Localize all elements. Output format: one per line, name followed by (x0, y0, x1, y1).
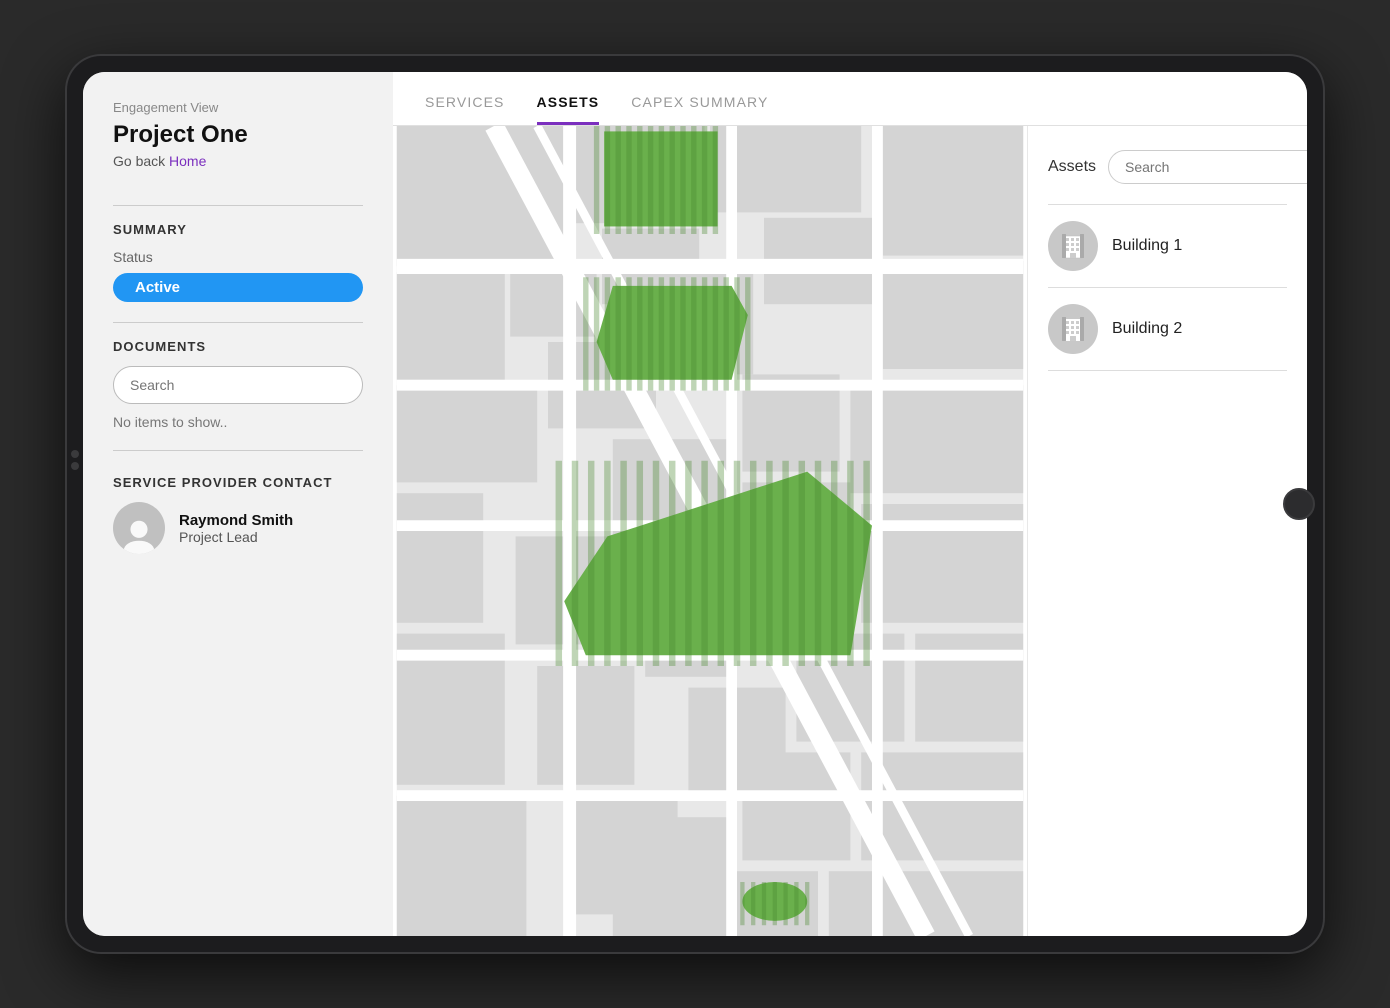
tablet-side-buttons (71, 450, 79, 470)
map-svg (393, 126, 1027, 936)
assets-header: Assets (1048, 150, 1287, 184)
project-title: Project One (113, 121, 363, 149)
app-layout: Engagement View Project One Go back Home… (83, 72, 1307, 936)
sidebar: Engagement View Project One Go back Home… (83, 72, 393, 936)
contact-row: Raymond Smith Project Lead (113, 502, 363, 554)
documents-section-title: DOCUMENTS (113, 339, 363, 354)
tab-bar: SERVICES ASSETS CAPEX SUMMARY (393, 72, 1307, 126)
asset-item-building-1[interactable]: Building 1 (1048, 205, 1287, 287)
building-1-icon (1048, 221, 1098, 271)
go-back-row: Go back Home (113, 153, 363, 169)
assets-label: Assets (1048, 158, 1096, 176)
service-provider-title: SERVICE PROVIDER CONTACT (113, 475, 363, 490)
asset-name-building-1: Building 1 (1112, 237, 1182, 255)
side-dot-1 (71, 450, 79, 458)
asset-name-building-2: Building 2 (1112, 320, 1182, 338)
avatar-icon (120, 516, 158, 554)
divider-1 (113, 205, 363, 206)
status-badge: Active (113, 273, 363, 302)
asset-item-building-2[interactable]: Building 2 (1048, 288, 1287, 370)
summary-section-title: SUMMARY (113, 222, 363, 237)
asset-divider-bottom (1048, 370, 1287, 371)
tablet-shell: Engagement View Project One Go back Home… (65, 54, 1325, 954)
building-icon-svg (1059, 232, 1087, 260)
no-items-text: No items to show.. (113, 414, 363, 430)
tab-assets[interactable]: ASSETS (537, 94, 600, 125)
go-back-text: Go back (113, 153, 165, 169)
map-container (393, 126, 1027, 936)
contact-name: Raymond Smith (179, 512, 293, 529)
building-2-icon (1048, 304, 1098, 354)
assets-search-input[interactable] (1108, 150, 1307, 184)
assets-panel: Assets (1027, 126, 1307, 936)
building-icon-svg-2 (1059, 315, 1087, 343)
home-link[interactable]: Home (169, 153, 206, 169)
tab-services[interactable]: SERVICES (425, 94, 505, 125)
engagement-label: Engagement View (113, 100, 363, 115)
content-area: Assets (393, 126, 1307, 936)
documents-search-input[interactable] (113, 366, 363, 404)
main-content: SERVICES ASSETS CAPEX SUMMARY (393, 72, 1307, 936)
service-provider-section: SERVICE PROVIDER CONTACT Raymond Smith P… (113, 475, 363, 554)
contact-info: Raymond Smith Project Lead (179, 512, 293, 545)
tablet-home-button[interactable] (1283, 488, 1315, 520)
screen: Engagement View Project One Go back Home… (83, 72, 1307, 936)
tab-capex-summary[interactable]: CAPEX SUMMARY (631, 94, 768, 125)
divider-3 (113, 450, 363, 451)
status-label: Status (113, 249, 363, 265)
side-dot-2 (71, 462, 79, 470)
divider-2 (113, 322, 363, 323)
contact-role: Project Lead (179, 529, 293, 545)
home-button[interactable] (1283, 488, 1315, 520)
avatar (113, 502, 165, 554)
